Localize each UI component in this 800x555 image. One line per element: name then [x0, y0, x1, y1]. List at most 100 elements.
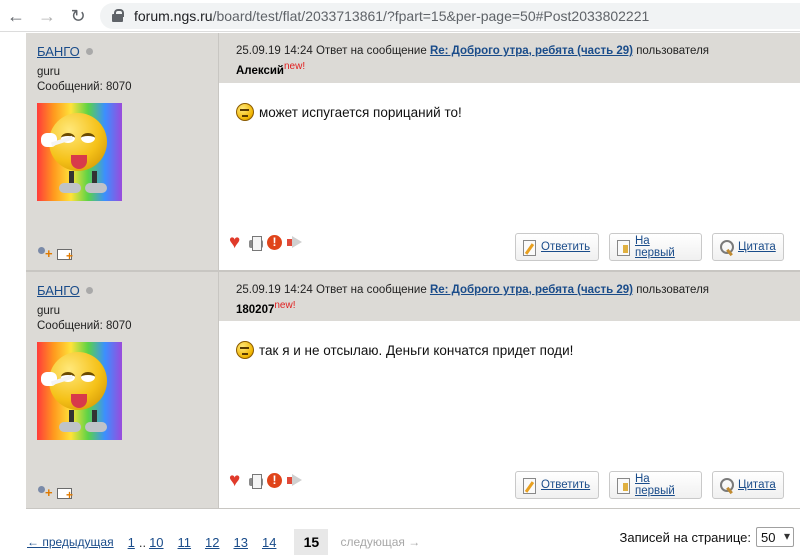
page-link-13[interactable]: 13	[234, 535, 248, 550]
thread-link[interactable]: Re: Доброго утра, ребята (часть 29)	[430, 45, 633, 57]
quote-button[interactable]: Цитата	[712, 471, 784, 499]
quote-button-label: Цитата	[738, 241, 776, 253]
author-panel: БАНГО guru Сообщений: 8070	[26, 33, 219, 271]
private-message-icon[interactable]	[57, 486, 73, 501]
to-first-button[interactable]: На первый	[609, 471, 702, 499]
reply-pencil-icon	[522, 477, 536, 494]
author-name-link[interactable]: БАНГО	[37, 283, 93, 298]
quote-button-label: Цитата	[738, 479, 776, 491]
page-link-11[interactable]: 11	[178, 535, 192, 550]
reply-button-label: Ответить	[541, 241, 591, 253]
thread-link[interactable]: Re: Доброго утра, ребята (часть 29)	[430, 284, 633, 296]
post-datetime: 25.09.19 14:24	[236, 284, 313, 296]
author-actions	[37, 486, 73, 501]
print-icon[interactable]	[248, 235, 264, 251]
to-first-button-label: На первый	[635, 473, 675, 497]
avatar-shoe-left	[59, 183, 81, 193]
forward-arrow-icon[interactable]: →	[35, 4, 59, 28]
message-header: 25.09.19 14:24 Ответ на сообщение Re: До…	[219, 271, 800, 321]
message-text: так я и не отсылаю. Деньги кончатся прид…	[259, 342, 574, 358]
reply-button[interactable]: Ответить	[515, 471, 599, 499]
document-icon	[616, 477, 630, 494]
message-header: 25.09.19 14:24 Ответ на сообщение Re: До…	[219, 33, 800, 83]
avatar-eye-right	[81, 133, 95, 143]
add-friend-icon[interactable]	[37, 486, 53, 500]
url-domain: forum.ngs.ru	[134, 8, 213, 24]
report-icon[interactable]	[267, 235, 283, 251]
print-icon[interactable]	[248, 473, 264, 489]
url-path: /board/test/flat/2033713861/?fpart=15&pe…	[212, 8, 650, 24]
reply-pencil-icon	[522, 239, 536, 256]
pagination: ← предыдущая 1 .. 10 11 12 13 14 15 след…	[27, 529, 420, 555]
reply-to-label: Ответ на сообщение	[315, 45, 427, 57]
author-name: БАНГО	[37, 44, 80, 59]
prev-page-link[interactable]: ← предыдущая	[27, 535, 114, 549]
author-rank: guru	[37, 305, 61, 317]
like-heart-icon[interactable]	[229, 470, 245, 492]
message-body: может испугается порицаний то!	[236, 103, 462, 121]
message-text: может испугается порицаний то!	[259, 104, 462, 120]
reply-user-label: пользователя	[636, 45, 710, 57]
smiley-icon	[236, 341, 254, 359]
magnifier-icon	[719, 477, 734, 493]
message-buttons: Ответить На первый Цитата	[515, 471, 784, 499]
author-message-count: Сообщений: 8070	[37, 81, 132, 93]
page-link-1[interactable]: 1	[128, 535, 135, 550]
new-badge: new!	[284, 61, 306, 72]
avatar-shoe-left	[59, 422, 81, 432]
private-message-icon[interactable]	[57, 247, 73, 262]
lock-icon	[112, 9, 124, 23]
browser-toolbar: ← → ↻ forum.ngs.ru/board/test/flat/20337…	[0, 0, 800, 32]
to-first-button[interactable]: На первый	[609, 233, 702, 261]
post-datetime: 25.09.19 14:24	[236, 45, 313, 57]
next-page-link: следующая →	[340, 535, 421, 549]
per-page-select[interactable]: 50	[756, 527, 794, 547]
avatar-eye-right	[81, 372, 95, 382]
page-link-10[interactable]: 10	[149, 535, 163, 550]
message-panel: 25.09.19 14:24 Ответ на сообщение Re: До…	[219, 33, 800, 271]
left-margin	[0, 33, 26, 511]
reply-button[interactable]: Ответить	[515, 233, 599, 261]
offline-status-icon	[85, 48, 93, 55]
page-link-12[interactable]: 12	[205, 535, 219, 550]
author-message-count: Сообщений: 8070	[37, 320, 132, 332]
author-name-link[interactable]: БАНГО	[37, 44, 93, 59]
message-tools	[229, 470, 302, 492]
avatar-shoe-right	[85, 183, 107, 193]
back-arrow-icon[interactable]: ←	[4, 4, 28, 28]
avatar	[37, 342, 122, 440]
message-tools	[229, 232, 302, 254]
magnifier-icon	[719, 239, 734, 255]
author-panel: БАНГО guru Сообщений: 8070	[26, 271, 219, 509]
message-buttons: Ответить На первый Цитата	[515, 233, 784, 261]
reply-to-user[interactable]: 180207	[236, 304, 274, 316]
author-name: БАНГО	[37, 283, 80, 298]
megaphone-icon[interactable]	[286, 235, 302, 251]
author-rank: guru	[37, 66, 61, 78]
message-panel: 25.09.19 14:24 Ответ на сообщение Re: До…	[219, 271, 800, 509]
to-first-button-label: На первый	[635, 235, 675, 259]
address-bar[interactable]: forum.ngs.ru/board/test/flat/2033713861/…	[100, 3, 800, 29]
reply-button-label: Ответить	[541, 479, 591, 491]
like-heart-icon[interactable]	[229, 232, 245, 254]
new-badge: new!	[274, 300, 296, 311]
reload-icon[interactable]: ↻	[66, 4, 90, 28]
document-icon	[616, 239, 630, 256]
reply-to-user[interactable]: Алексий	[236, 65, 284, 77]
megaphone-icon[interactable]	[286, 473, 302, 489]
forum-post: БАНГО guru Сообщений: 8070 + + 25.09.19 …	[26, 33, 800, 271]
quote-button[interactable]: Цитата	[712, 233, 784, 261]
author-actions	[37, 247, 73, 262]
per-page-value: 50	[761, 529, 776, 545]
avatar	[37, 103, 122, 201]
per-page-control: Записей на странице: 50	[619, 527, 794, 547]
page-link-14[interactable]: 14	[262, 535, 276, 550]
smiley-icon	[236, 103, 254, 121]
report-icon[interactable]	[267, 473, 283, 489]
pagination-ellipsis: ..	[138, 534, 147, 550]
avatar-tongue	[71, 155, 87, 169]
avatar-shoe-right	[85, 422, 107, 432]
offline-status-icon	[85, 287, 93, 294]
avatar-tongue	[71, 394, 87, 408]
add-friend-icon[interactable]	[37, 247, 53, 261]
